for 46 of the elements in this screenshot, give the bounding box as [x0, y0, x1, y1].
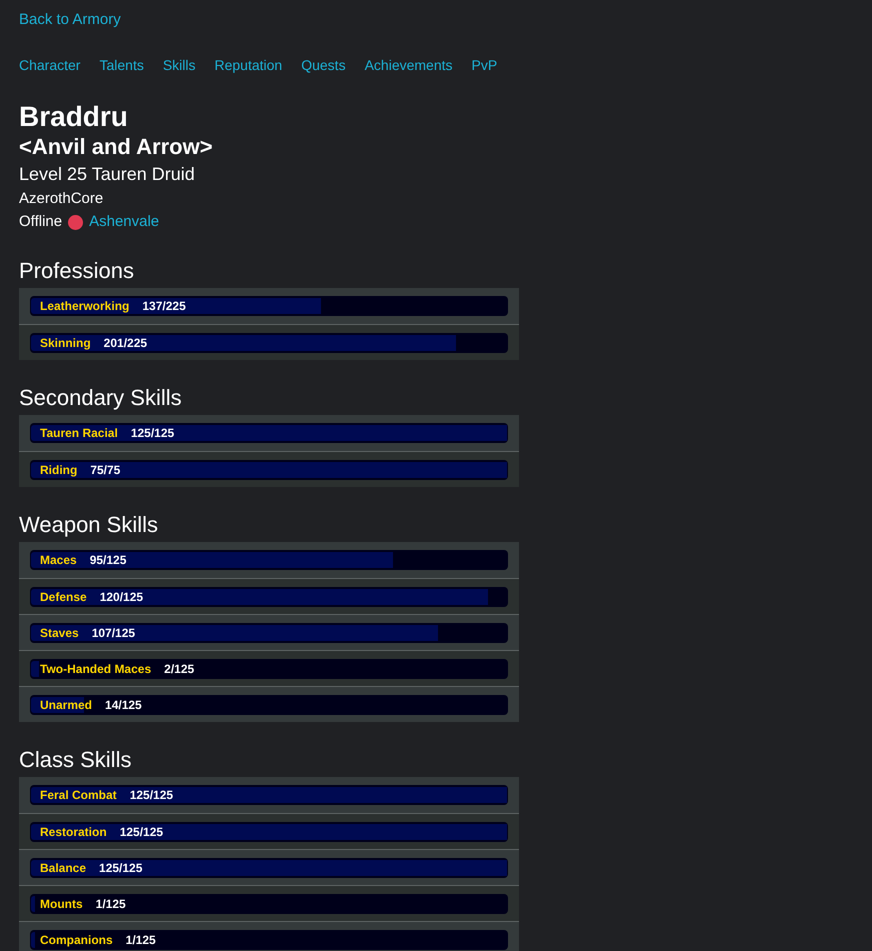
skill-value: 125/125 [99, 860, 142, 876]
skill-name: Skinning [40, 334, 91, 350]
skill-name: Maces [40, 552, 77, 568]
skill-name: Mounts [40, 896, 83, 912]
skill-name: Two-Handed Maces [40, 660, 152, 676]
section-heading: Weapon Skills [19, 511, 159, 539]
skill-name: Balance [40, 860, 86, 876]
skill-name: Companions [40, 932, 113, 948]
nav-link[interactable]: Character [19, 55, 80, 75]
skill-name: Tauren Racial [40, 425, 118, 441]
nav-link[interactable]: PvP [472, 55, 498, 75]
skill-value: 75/75 [90, 462, 120, 478]
zone-link[interactable]: Ashenvale [89, 211, 160, 233]
skill-value: 125/125 [120, 824, 164, 840]
skill-name: Staves [40, 624, 79, 640]
skill-value: 125/125 [130, 425, 174, 441]
guild-name: <Anvil and Arrow> [19, 134, 213, 160]
character-description: Level 25 Tauren Druid [19, 163, 195, 186]
nav-link[interactable]: Quests [301, 55, 346, 75]
skill-value: 120/125 [100, 588, 144, 604]
section-heading: Secondary Skills [19, 384, 183, 412]
skill-name: Riding [40, 462, 78, 478]
skill-value: 1/125 [126, 932, 156, 948]
nav-link[interactable]: Achievements [364, 55, 453, 75]
skill-name: Defense [40, 588, 87, 604]
skill-value: 1/125 [96, 896, 126, 912]
back-link[interactable]: Back to Armory [19, 10, 121, 30]
nav-link[interactable]: Skills [162, 55, 196, 75]
nav-link[interactable]: Reputation [214, 55, 282, 75]
skill-value: 14/125 [105, 696, 142, 712]
nav-link[interactable]: Talents [99, 55, 144, 75]
skill-name: Unarmed [40, 696, 92, 712]
skill-name: Restoration [40, 824, 107, 840]
skill-value: 107/125 [92, 624, 136, 640]
skill-value: 125/125 [130, 787, 174, 803]
section-heading: Professions [19, 257, 135, 285]
character-name: Braddru [19, 100, 128, 134]
skill-name: Leatherworking [40, 298, 130, 314]
skill-value: 137/225 [142, 298, 186, 314]
section-heading: Class Skills [19, 746, 132, 774]
skill-value: 201/225 [104, 334, 148, 350]
skill-value: 2/125 [164, 660, 194, 676]
skill-value: 95/125 [90, 552, 126, 568]
realm-name: AzerothCore [19, 189, 104, 209]
status-label: Offline [19, 212, 62, 232]
skill-name: Feral Combat [40, 787, 117, 803]
